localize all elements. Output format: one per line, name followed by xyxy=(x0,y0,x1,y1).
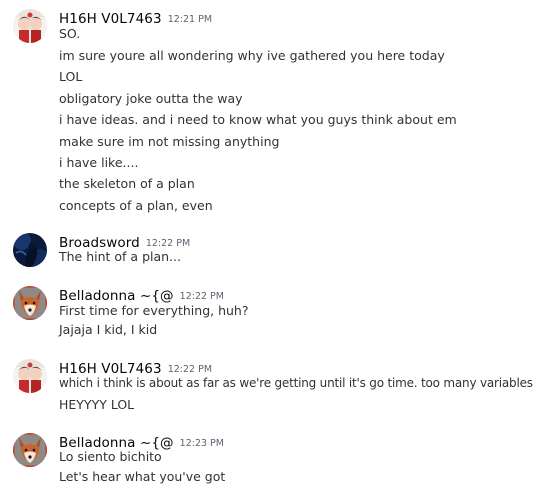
message-header: Broadsword 12:22 PM xyxy=(59,232,190,251)
message-text: The hint of a plan... xyxy=(59,249,181,264)
message-text: obligatory joke outta the way xyxy=(59,91,243,106)
chat-message-list: H16H V0L7463 12:21 PM SO. im sure youre a… xyxy=(0,0,540,492)
timestamp[interactable]: 12:22 PM xyxy=(146,238,190,249)
anime-girls-avatar-icon xyxy=(13,359,47,393)
message-group: H16H V0L7463 12:22 PM which i think is ab… xyxy=(0,350,540,416)
message-group: Belladonna ~{@ 12:23 PM Lo siento bichito… xyxy=(0,424,540,490)
timestamp[interactable]: 12:23 PM xyxy=(180,438,224,449)
message-text: which i think is about as far as we're g… xyxy=(59,376,533,390)
message-group: Broadsword 12:22 PM The hint of a plan... xyxy=(0,224,540,274)
message-header: Belladonna ~{@ 12:23 PM xyxy=(59,432,224,451)
timestamp[interactable]: 12:22 PM xyxy=(168,364,212,375)
fox-avatar-icon xyxy=(13,286,47,320)
username[interactable]: H16H V0L7463 xyxy=(59,11,162,27)
message-group: H16H V0L7463 12:21 PM SO. im sure youre a… xyxy=(0,0,540,222)
message-text: i have like.... xyxy=(59,155,139,170)
message-text: the skeleton of a plan xyxy=(59,176,195,191)
message-text: i have ideas. and i need to know what yo… xyxy=(59,112,457,127)
message-text: First time for everything, huh? xyxy=(59,303,249,318)
avatar[interactable] xyxy=(13,9,47,43)
message-text: HEYYYY LOL xyxy=(59,397,135,412)
dark-blue-figure-avatar-icon xyxy=(13,233,47,267)
message-header: H16H V0L7463 12:22 PM xyxy=(59,358,212,377)
message-text: make sure im not missing anything xyxy=(59,134,280,149)
message-text: Jajaja I kid, I kid xyxy=(59,322,158,337)
avatar[interactable] xyxy=(13,433,47,467)
avatar[interactable] xyxy=(13,286,47,320)
message-text: LOL xyxy=(59,69,83,84)
message-text: im sure youre all wondering why ive gath… xyxy=(59,48,445,63)
timestamp[interactable]: 12:21 PM xyxy=(168,14,212,25)
message-group: Belladonna ~{@ 12:22 PM First time for ev… xyxy=(0,277,540,343)
message-text: Let's hear what you've got xyxy=(59,469,226,484)
avatar[interactable] xyxy=(13,359,47,393)
anime-girls-avatar-icon xyxy=(13,9,47,43)
message-text: SO. xyxy=(59,26,81,41)
fox-avatar-icon xyxy=(13,433,47,467)
message-header: Belladonna ~{@ 12:22 PM xyxy=(59,285,224,304)
message-header: H16H V0L7463 12:21 PM xyxy=(59,8,212,27)
message-text: concepts of a plan, even xyxy=(59,198,213,213)
avatar[interactable] xyxy=(13,233,47,267)
timestamp[interactable]: 12:22 PM xyxy=(180,291,224,302)
message-text: Lo siento bichito xyxy=(59,449,162,464)
username[interactable]: Belladonna ~{@ xyxy=(59,288,174,304)
